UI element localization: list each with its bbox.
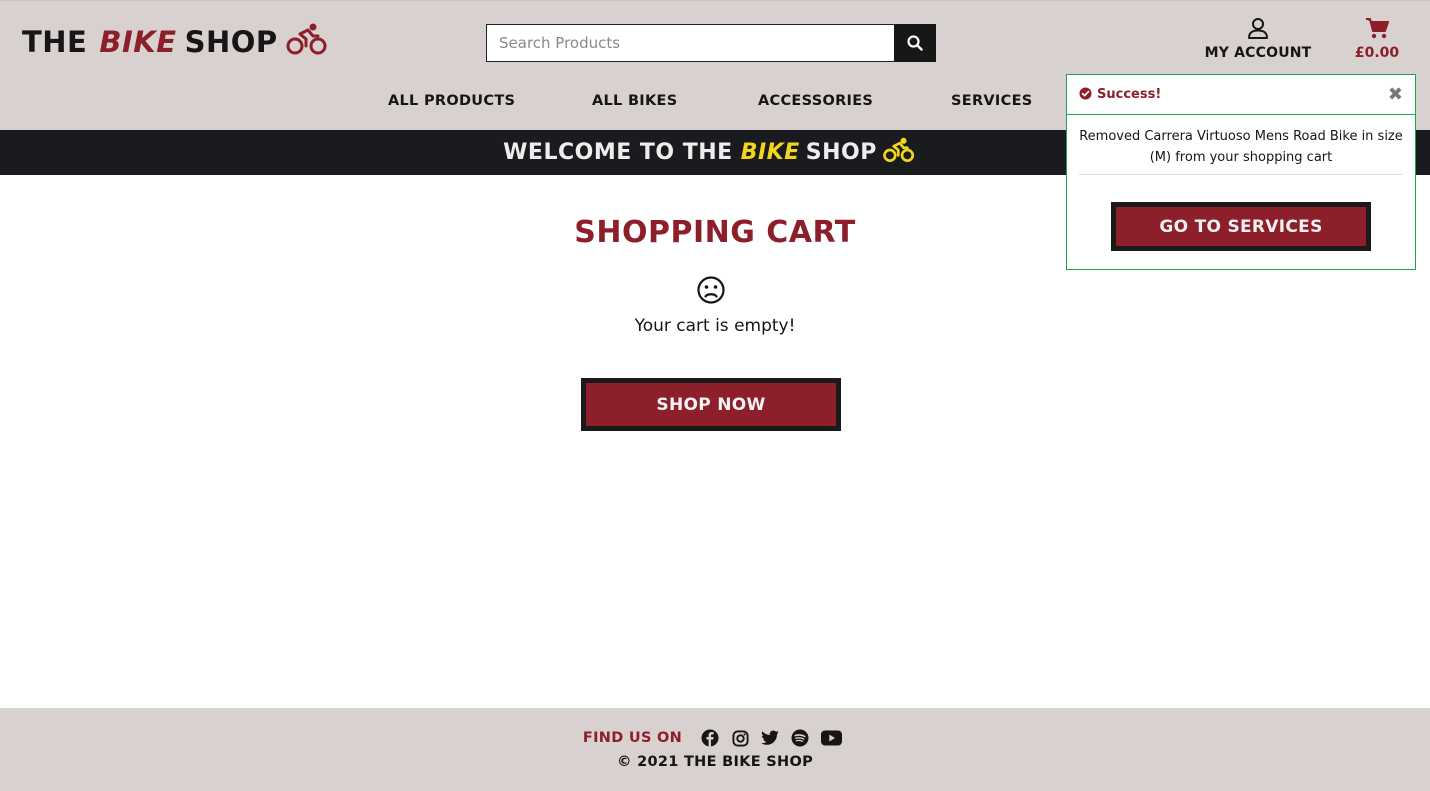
bicycle-icon (883, 137, 915, 169)
nav-all-bikes[interactable]: ALL BIKES (592, 93, 677, 109)
facebook-icon[interactable] (700, 728, 720, 748)
cart-link[interactable]: £0.00 (1346, 17, 1408, 61)
twitter-icon[interactable] (760, 728, 780, 748)
go-to-services-label: GO TO SERVICES (1116, 207, 1366, 246)
site-footer: FIND US ON © 2021 THE BIKE SHOP (0, 708, 1430, 791)
my-account-label: MY ACCOUNT (1204, 45, 1312, 61)
go-to-services-button[interactable]: GO TO SERVICES (1111, 202, 1371, 251)
nav-all-products[interactable]: ALL PRODUCTS (388, 93, 515, 109)
toast-divider (1079, 174, 1403, 175)
toast-header: Success! ✖ (1067, 75, 1415, 115)
check-circle-icon (1079, 85, 1092, 104)
empty-cart-message: Your cart is empty! (634, 316, 796, 336)
toast-title: Success! (1097, 87, 1162, 102)
banner-text-shop: SHOP (805, 140, 877, 165)
my-account-link[interactable]: MY ACCOUNT (1198, 17, 1318, 61)
nav-services[interactable]: SERVICES (951, 93, 1033, 109)
site-logo[interactable]: THE BIKE SHOP (22, 23, 328, 61)
logo-text-bike: BIKE (99, 25, 177, 59)
success-toast: Success! ✖ Removed Carrera Virtuoso Mens… (1066, 74, 1416, 270)
social-links: FIND US ON (0, 728, 1430, 748)
banner-text-welcome: WELCOME TO THE (503, 140, 733, 165)
sad-face-icon (696, 275, 726, 305)
bicycle-icon (286, 22, 328, 63)
close-icon[interactable]: ✖ (1388, 85, 1403, 104)
banner-text-bike: BIKE (740, 140, 800, 165)
cart-total: £0.00 (1354, 45, 1400, 61)
search-icon (907, 35, 923, 51)
find-us-label: FIND US ON (582, 730, 683, 746)
youtube-icon[interactable] (820, 728, 842, 748)
search-button[interactable] (894, 24, 936, 62)
user-icon (1248, 18, 1268, 39)
shopping-cart-icon (1366, 18, 1389, 39)
nav-accessories[interactable]: ACCESSORIES (758, 93, 873, 109)
instagram-icon[interactable] (730, 728, 750, 748)
search-bar (486, 24, 936, 62)
shop-now-label: SHOP NOW (586, 383, 836, 426)
spotify-icon[interactable] (790, 728, 810, 748)
copyright: © 2021 THE BIKE SHOP (616, 754, 814, 770)
search-input[interactable] (486, 24, 894, 62)
logo-text-the: THE (22, 25, 88, 59)
toast-message: Removed Carrera Virtuoso Mens Road Bike … (1079, 129, 1403, 165)
logo-text-shop: SHOP (184, 25, 278, 59)
shop-now-button[interactable]: SHOP NOW (581, 378, 841, 431)
